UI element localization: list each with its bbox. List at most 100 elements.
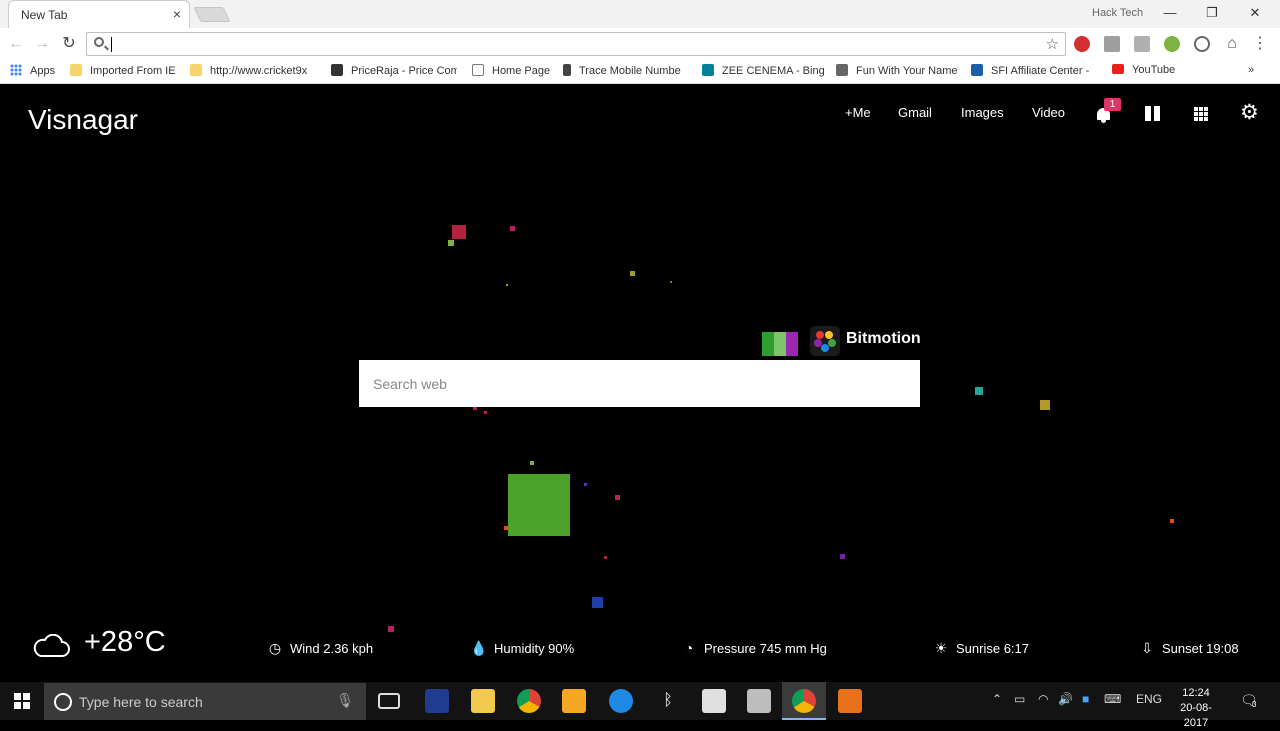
clock-icon[interactable] — [1194, 36, 1210, 52]
app-icon[interactable] — [702, 689, 726, 713]
battery-icon[interactable]: ▭ — [1014, 692, 1025, 706]
cart-icon[interactable] — [1134, 36, 1150, 52]
adblock-plus-icon[interactable] — [1074, 36, 1090, 52]
bookmarks-bar: Apps Imported From IE http://www.cricket… — [0, 60, 1280, 84]
pixel — [510, 226, 515, 231]
app-window-icon[interactable] — [747, 689, 771, 713]
browser-titlebar: New Tab × Hack Tech — ❐ ✕ — [0, 0, 1280, 28]
pixel — [508, 474, 570, 536]
bookmark-star-icon[interactable]: ☆ — [1046, 35, 1059, 53]
bookmark-youtube[interactable]: YouTube — [1112, 64, 1182, 80]
sunrise-stat: ☀ Sunrise 6:17 — [932, 640, 1029, 660]
sunset-icon: ⇩ — [1141, 640, 1153, 656]
search-web-input[interactable] — [359, 360, 920, 407]
taskbar-clock[interactable]: 12:24 20-08-2017 — [1172, 686, 1220, 731]
new-tab-button[interactable] — [193, 7, 231, 22]
pixel — [615, 495, 620, 500]
bookmark-sfi-affiliate[interactable]: SFI Affiliate Center - — [971, 64, 1101, 80]
pixel — [530, 461, 534, 465]
microphone-icon[interactable]: 🎙 — [336, 692, 354, 709]
volume-icon[interactable]: 🔊 — [1058, 692, 1073, 706]
bitmotion-logo-icon — [810, 326, 840, 356]
settings-gear-icon[interactable]: ⚙ — [1240, 102, 1259, 123]
pixel — [975, 387, 983, 395]
clock-date: 20-08-2017 — [1180, 702, 1212, 729]
task-view-icon[interactable] — [378, 693, 400, 709]
action-center-count: 3 — [1252, 700, 1257, 709]
screen-recorder-icon[interactable] — [838, 689, 862, 713]
chrome-icon[interactable] — [517, 689, 541, 713]
hat-icon — [836, 64, 848, 76]
pixel — [630, 271, 635, 276]
taskbar-search-placeholder: Type here to search — [79, 694, 203, 710]
pixel — [448, 240, 454, 246]
bookmark-priceraja[interactable]: PriceRaja - Price Com — [331, 64, 457, 80]
pixel — [1040, 400, 1050, 410]
pressure-gauge-icon: ◔ — [684, 640, 694, 656]
windows-start-icon[interactable] — [14, 693, 30, 709]
browser-toolbar: ← → ↻ ☆ ⌂ ⋮ — [0, 28, 1280, 60]
clock-time: 12:24 — [1182, 687, 1210, 699]
cloud-icon — [33, 634, 70, 657]
tab-new-tab[interactable]: New Tab × — [8, 0, 190, 28]
menu-dots-icon[interactable]: ⋮ — [1252, 34, 1268, 54]
bookmark-home-page[interactable]: Home Page — [472, 64, 554, 80]
apps-grid-icon — [10, 64, 22, 76]
visual-studio-icon[interactable] — [425, 689, 449, 713]
video-link[interactable]: Video — [1032, 105, 1065, 120]
bookmark-trace-mobile[interactable]: Trace Mobile Numbe — [563, 64, 689, 80]
folder-icon — [190, 64, 202, 76]
cortana-icon — [54, 693, 72, 711]
address-bar[interactable]: ☆ — [86, 32, 1066, 56]
profile-name[interactable]: Hack Tech — [1092, 7, 1143, 19]
wind-stat: ◷ Wind 2.36 kph — [266, 640, 373, 660]
extension-green-icon[interactable] — [1164, 36, 1180, 52]
minimize-button[interactable]: — — [1150, 3, 1190, 23]
close-window-button[interactable]: ✕ — [1235, 3, 1275, 23]
bluetooth-icon[interactable]: ᛒ — [656, 689, 680, 713]
omnibox-search-icon — [94, 37, 104, 47]
restore-button[interactable]: ❐ — [1192, 3, 1232, 23]
taskbar-search-box[interactable]: Type here to search 🎙 — [44, 683, 366, 720]
reload-icon[interactable]: ↻ — [59, 34, 79, 54]
apps-grid-icon[interactable] — [1194, 107, 1208, 121]
pixel — [840, 554, 845, 559]
bookmark-imported-from-ie[interactable]: Imported From IE — [70, 64, 182, 80]
gmail-link[interactable]: Gmail — [898, 105, 932, 120]
tab-close-icon[interactable]: × — [173, 6, 181, 22]
city-name[interactable]: Visnagar — [28, 104, 138, 136]
bookmark-cricket[interactable]: http://www.cricket9x — [190, 64, 318, 80]
pixel — [604, 556, 607, 559]
layout-columns-icon[interactable] — [1145, 106, 1160, 121]
tray-chevron-icon[interactable]: ⌃ — [992, 692, 1002, 706]
pixel — [584, 483, 587, 486]
home-icon[interactable]: ⌂ — [1222, 34, 1242, 54]
bookmark-apps[interactable]: Apps — [10, 64, 72, 80]
media-player-icon[interactable] — [562, 689, 586, 713]
chrome-active-icon[interactable] — [792, 689, 816, 713]
language-indicator[interactable]: ENG — [1136, 692, 1162, 706]
youtube-icon — [1112, 64, 1124, 74]
extension-icon[interactable] — [1104, 36, 1120, 52]
wifi-icon[interactable]: ◠ — [1038, 692, 1048, 706]
internet-explorer-icon[interactable] — [609, 689, 633, 713]
bookmark-zee-cenema[interactable]: ZEE CENEMA - Bing — [702, 64, 826, 80]
file-explorer-icon[interactable] — [471, 689, 495, 713]
keyboard-icon[interactable]: ⌨ — [1104, 692, 1121, 706]
humidity-drops-icon: 💧 — [470, 640, 488, 656]
images-link[interactable]: Images — [961, 105, 1004, 120]
bookmarks-overflow-icon[interactable]: » — [1248, 64, 1262, 80]
bookmark-fun-with-your-name[interactable]: Fun With Your Name — [836, 64, 962, 80]
page-icon — [472, 64, 484, 76]
pixel — [592, 597, 603, 608]
sunrise-icon: ☀ — [934, 640, 948, 656]
temperature: +28°C — [84, 626, 166, 658]
network-status-icon[interactable]: ■ — [1082, 692, 1089, 706]
sfi-icon — [971, 64, 983, 76]
back-icon[interactable]: ← — [6, 34, 26, 54]
sunset-stat: ⇩ Sunset 19:08 — [1138, 640, 1239, 660]
notification-badge: 1 — [1104, 98, 1121, 111]
wind-icon: ◷ — [268, 640, 282, 656]
forward-icon[interactable]: → — [32, 34, 52, 54]
me-link[interactable]: +Me — [845, 105, 871, 120]
